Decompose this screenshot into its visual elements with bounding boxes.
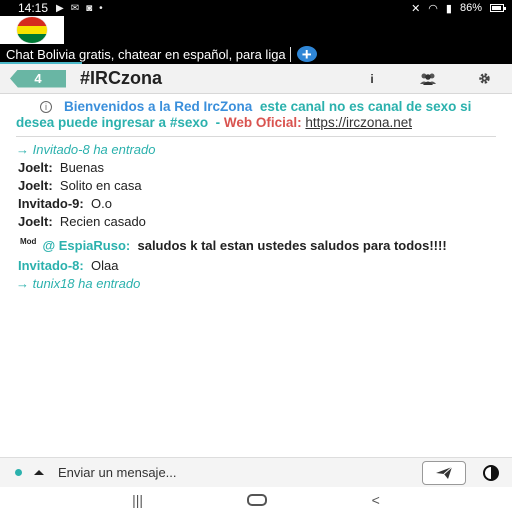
battery-percent: 86% bbox=[459, 2, 482, 14]
topic-dash: - bbox=[215, 115, 221, 130]
chat-icon: ◙ bbox=[86, 2, 93, 14]
users-icon[interactable] bbox=[400, 73, 456, 85]
back-icon[interactable]: < bbox=[372, 492, 380, 508]
list-item: Joelt: Buenas bbox=[0, 159, 512, 177]
topic-welcome: Bienvenidos a la Red IrcZona bbox=[64, 99, 253, 114]
message-nick[interactable]: Invitado-9: bbox=[18, 196, 84, 211]
list-item: Mod @ EspiaRuso: saludos k tal estan uste… bbox=[0, 234, 512, 254]
mod-badge: Mod bbox=[20, 237, 37, 246]
more-notifications-icon: • bbox=[99, 2, 103, 14]
wifi-icon: ◠ bbox=[428, 2, 438, 15]
topic-info-icon: i bbox=[40, 101, 52, 113]
join-event: → tunix18 ha entrado bbox=[16, 276, 141, 291]
message-text: saludos k tal estan ustedes saludos para… bbox=[137, 238, 447, 253]
list-item: Joelt: Recien casado bbox=[0, 213, 512, 231]
message-nick[interactable]: @ EspiaRuso: bbox=[42, 238, 130, 253]
message-text: Olaa bbox=[90, 258, 119, 273]
topic-web-label: Web Oficial: bbox=[223, 115, 302, 130]
add-tab-button[interactable]: + bbox=[296, 46, 317, 63]
message-list[interactable]: i Bienvenidos a la Red IrcZona este canal… bbox=[0, 95, 512, 457]
list-item: Joelt: Solito en casa bbox=[0, 177, 512, 195]
list-item: Invitado-9: O.o bbox=[0, 195, 512, 213]
status-bar: 14:15 ▶ ✉ ◙ • ✕ ◠ ▮ 86% bbox=[0, 0, 512, 16]
send-icon bbox=[436, 466, 453, 479]
topic-website-link[interactable]: https://irczona.net bbox=[305, 115, 412, 130]
logo[interactable] bbox=[0, 16, 64, 44]
system-nav-bar: ||| < bbox=[0, 487, 512, 512]
message-nick[interactable]: Invitado-8: bbox=[18, 258, 84, 273]
channel-name: #IRCzona bbox=[80, 68, 163, 88]
message-text: O.o bbox=[90, 196, 112, 211]
user-count-badge[interactable]: 4 bbox=[10, 69, 66, 88]
channel-topic: i Bienvenidos a la Red IrcZona este canal… bbox=[0, 95, 512, 131]
connection-status-icon bbox=[15, 469, 22, 476]
message-composer bbox=[0, 457, 512, 487]
signal-icon: ▮ bbox=[445, 2, 452, 15]
tab-separator bbox=[289, 46, 291, 62]
settings-gear-icon[interactable] bbox=[456, 72, 512, 85]
message-nick[interactable]: Joelt: bbox=[18, 160, 53, 175]
tab-chat-bolivia[interactable]: Chat Bolivia gratis, chatear en español,… bbox=[6, 47, 286, 62]
message-text: Buenas bbox=[59, 160, 104, 175]
play-icon: ▶ bbox=[56, 2, 64, 14]
message-text: Solito en casa bbox=[59, 178, 142, 193]
app-header bbox=[0, 16, 512, 44]
message-nick[interactable]: Joelt: bbox=[18, 178, 53, 193]
theme-toggle-icon[interactable] bbox=[482, 464, 500, 482]
notification-icons: ▶ ✉ ◙ • bbox=[56, 3, 103, 14]
list-item: Invitado-8: Olaa bbox=[0, 257, 512, 275]
expand-up-icon[interactable] bbox=[34, 470, 44, 475]
bolivia-flag-icon bbox=[17, 17, 47, 43]
message-input[interactable] bbox=[58, 465, 398, 480]
send-button[interactable] bbox=[422, 460, 466, 485]
recent-apps-icon[interactable]: ||| bbox=[132, 492, 143, 508]
home-icon[interactable] bbox=[247, 493, 268, 506]
join-event: → Invitado-8 ha entrado bbox=[16, 142, 156, 157]
battery-icon bbox=[490, 4, 506, 12]
info-icon[interactable]: i bbox=[344, 72, 400, 86]
tab-bar: Chat Bolivia gratis, chatear en español,… bbox=[0, 44, 512, 64]
mail-icon: ✉ bbox=[70, 2, 80, 14]
status-time: 14:15 bbox=[18, 1, 49, 15]
channel-header: 4 #IRCzona i bbox=[0, 64, 512, 94]
mute-icon: ✕ bbox=[411, 2, 421, 15]
message-nick[interactable]: Joelt: bbox=[18, 214, 53, 229]
message-text: Recien casado bbox=[59, 214, 146, 229]
